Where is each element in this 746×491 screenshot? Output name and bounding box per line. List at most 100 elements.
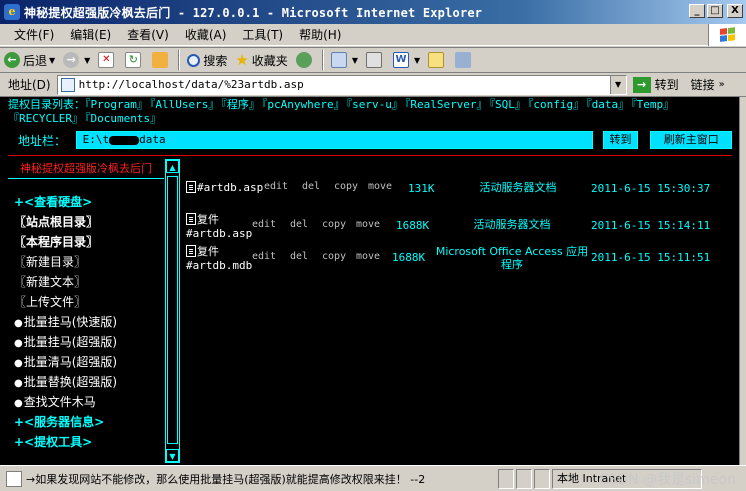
window-title: 神秘提权超强版冷枫去后门 - 127.0.0.1 - Microsoft Int… bbox=[24, 5, 483, 20]
home-button[interactable] bbox=[148, 49, 175, 71]
left-panel: 神秘提权超强版冷枫去后门 +<查看硬盘> 〖站点根目录〗 〖本程序目录〗 〖新建目录〗… bbox=[8, 159, 180, 463]
file-action-del[interactable]: del bbox=[290, 251, 308, 262]
left-menu-item[interactable]: 批量替换(超强版) bbox=[14, 372, 117, 392]
left-menu-item[interactable]: +<服务器信息> bbox=[14, 412, 117, 432]
left-menu-item[interactable]: 〖新建目录〗 bbox=[14, 252, 117, 272]
dir-link[interactable]: 『RealServer』 bbox=[405, 98, 488, 111]
status-pane bbox=[534, 468, 550, 489]
left-menu-item[interactable]: 批量清马(超强版) bbox=[14, 352, 117, 372]
left-panel-scrollbar[interactable]: ▲ ▼ bbox=[165, 159, 180, 463]
scroll-up-icon[interactable]: ▲ bbox=[166, 160, 179, 173]
left-menu-item[interactable]: 〖站点根目录〗 bbox=[14, 212, 117, 232]
path-label: 地址栏： bbox=[18, 133, 67, 148]
address-url[interactable]: http://localhost/data/%23artdb.asp bbox=[79, 78, 304, 91]
menu-tools[interactable]: 工具(T) bbox=[234, 26, 291, 43]
dir-link[interactable]: 『AllUsers』 bbox=[150, 98, 219, 111]
back-dropdown-icon[interactable]: ▼ bbox=[49, 56, 55, 65]
file-action-edit[interactable]: edit bbox=[264, 181, 288, 192]
links-button[interactable]: 链接 bbox=[691, 76, 715, 93]
dir-link[interactable]: 『Program』 bbox=[85, 98, 148, 111]
file-date: 2011-6-15 15:14:11 bbox=[591, 219, 711, 232]
stop-button[interactable]: ✕ bbox=[94, 49, 121, 71]
windows-logo bbox=[708, 24, 746, 46]
dir-link[interactable]: 『data』 bbox=[586, 98, 629, 111]
left-menu-item[interactable]: 〖上传文件〗 bbox=[14, 292, 117, 312]
file-action-del[interactable]: del bbox=[290, 219, 308, 230]
go-arrow-icon[interactable]: → bbox=[632, 76, 651, 93]
menu-edit[interactable]: 编辑(E) bbox=[62, 26, 119, 43]
search-label: 搜索 bbox=[203, 53, 228, 68]
page-scrollbar[interactable] bbox=[739, 97, 746, 465]
media-button[interactable] bbox=[292, 49, 319, 71]
dir-link[interactable]: 『SQL』 bbox=[490, 98, 526, 111]
menu-favorites[interactable]: 收藏(A) bbox=[177, 26, 235, 43]
note-icon bbox=[428, 52, 445, 68]
file-name[interactable]: 复件 #artdb.mdb bbox=[186, 245, 252, 273]
file-action-copy[interactable]: copy bbox=[322, 219, 346, 230]
file-list: #artdb.asp edit del copy move 131K 活动服务器文档 2011… bbox=[186, 181, 726, 281]
menu-help[interactable]: 帮助(H) bbox=[291, 26, 349, 43]
favorites-button[interactable]: ★ 收藏夹 bbox=[231, 49, 291, 71]
left-menu-item[interactable]: +<查看硬盘> bbox=[14, 192, 117, 212]
dir-link[interactable]: 『程序』 bbox=[221, 98, 260, 111]
refresh-main-button[interactable]: 刷新主窗口 bbox=[650, 131, 732, 149]
left-menu-item[interactable]: +<提权工具> bbox=[14, 432, 117, 452]
print-button[interactable] bbox=[362, 49, 389, 71]
mail-dropdown-icon[interactable]: ▼ bbox=[352, 56, 358, 65]
file-action-copy[interactable]: copy bbox=[322, 251, 346, 262]
dir-link[interactable]: 『pcAnywhere』 bbox=[262, 98, 345, 111]
dir-link[interactable]: 『serv-u』 bbox=[347, 98, 403, 111]
file-name[interactable]: 复件 #artdb.asp bbox=[186, 213, 252, 241]
file-action-edit[interactable]: edit bbox=[252, 219, 276, 230]
left-menu-item[interactable]: 批量挂马(超强版) bbox=[14, 332, 117, 352]
page-icon bbox=[60, 77, 75, 92]
dir-link[interactable]: 『RECYCLER』 bbox=[8, 112, 83, 125]
address-dropdown-icon[interactable]: ▼ bbox=[609, 75, 626, 94]
file-size: 1688K bbox=[396, 219, 430, 232]
left-menu-item[interactable]: 查找文件木马 bbox=[14, 392, 117, 412]
maximize-button[interactable]: □ bbox=[707, 4, 723, 18]
refresh-icon: ↻ bbox=[125, 52, 142, 68]
redacted-mark bbox=[109, 135, 140, 145]
mail-button[interactable]: ▼ bbox=[327, 49, 362, 71]
dir-link[interactable]: 『Temp』 bbox=[631, 98, 674, 111]
back-button[interactable]: ← 后退 ▼ bbox=[0, 49, 59, 71]
file-action-edit[interactable]: edit bbox=[252, 251, 276, 262]
left-menu-item[interactable]: 〖新建文本〗 bbox=[14, 272, 117, 292]
left-menu-items: +<查看硬盘>〖站点根目录〗〖本程序目录〗〖新建目录〗〖新建文本〗〖上传文件〗批… bbox=[14, 192, 117, 452]
mail-icon bbox=[330, 52, 347, 68]
links-chevron-icon[interactable]: » bbox=[719, 79, 725, 90]
path-input[interactable]: E:\t data bbox=[75, 131, 593, 149]
search-button[interactable]: 搜索 bbox=[183, 49, 231, 71]
dir-link[interactable]: 『Documents』 bbox=[85, 112, 161, 125]
refresh-button[interactable]: ↻ bbox=[121, 49, 148, 71]
file-row: #artdb.asp edit del copy move 131K 活动服务器文档 2011… bbox=[186, 181, 726, 213]
menu-view[interactable]: 查看(V) bbox=[119, 26, 177, 43]
file-name[interactable]: #artdb.asp bbox=[186, 181, 266, 195]
discuss-button[interactable] bbox=[424, 49, 451, 71]
close-button[interactable]: X bbox=[727, 4, 743, 18]
path-go-button[interactable]: 转到 bbox=[602, 131, 639, 149]
menu-file[interactable]: 文件(F) bbox=[0, 26, 62, 43]
file-action-move[interactable]: move bbox=[356, 219, 380, 230]
window-controls: _ □ X bbox=[689, 4, 743, 18]
file-action-move[interactable]: move bbox=[368, 181, 392, 192]
scroll-thumb[interactable] bbox=[167, 176, 178, 444]
scroll-down-icon[interactable]: ▼ bbox=[166, 449, 179, 462]
minimize-button[interactable]: _ bbox=[689, 4, 705, 18]
file-action-move[interactable]: move bbox=[356, 251, 380, 262]
page-content: 提权目录列表：『Program』 『AllUsers』 『程序』 『pcAnywher… bbox=[0, 97, 739, 465]
forward-dropdown-icon[interactable]: ▼ bbox=[84, 56, 90, 65]
messenger-button[interactable] bbox=[451, 49, 478, 71]
file-action-del[interactable]: del bbox=[302, 181, 320, 192]
go-button[interactable]: 转到 bbox=[655, 76, 679, 93]
edit-dropdown-icon[interactable]: ▼ bbox=[414, 56, 420, 65]
address-input[interactable]: http://localhost/data/%23artdb.asp ▼ bbox=[56, 74, 627, 95]
left-menu-item[interactable]: 〖本程序目录〗 bbox=[14, 232, 117, 252]
file-action-copy[interactable]: copy bbox=[334, 181, 358, 192]
file-row: 复件 #artdb.asp edit del copy move 1688K 活动服务器文档… bbox=[186, 213, 726, 245]
forward-button[interactable]: → ▼ bbox=[59, 49, 94, 71]
edit-button[interactable]: W ▼ bbox=[389, 49, 424, 71]
dir-link[interactable]: 『config』 bbox=[528, 98, 584, 111]
left-menu-item[interactable]: 批量挂马(快速版) bbox=[14, 312, 117, 332]
